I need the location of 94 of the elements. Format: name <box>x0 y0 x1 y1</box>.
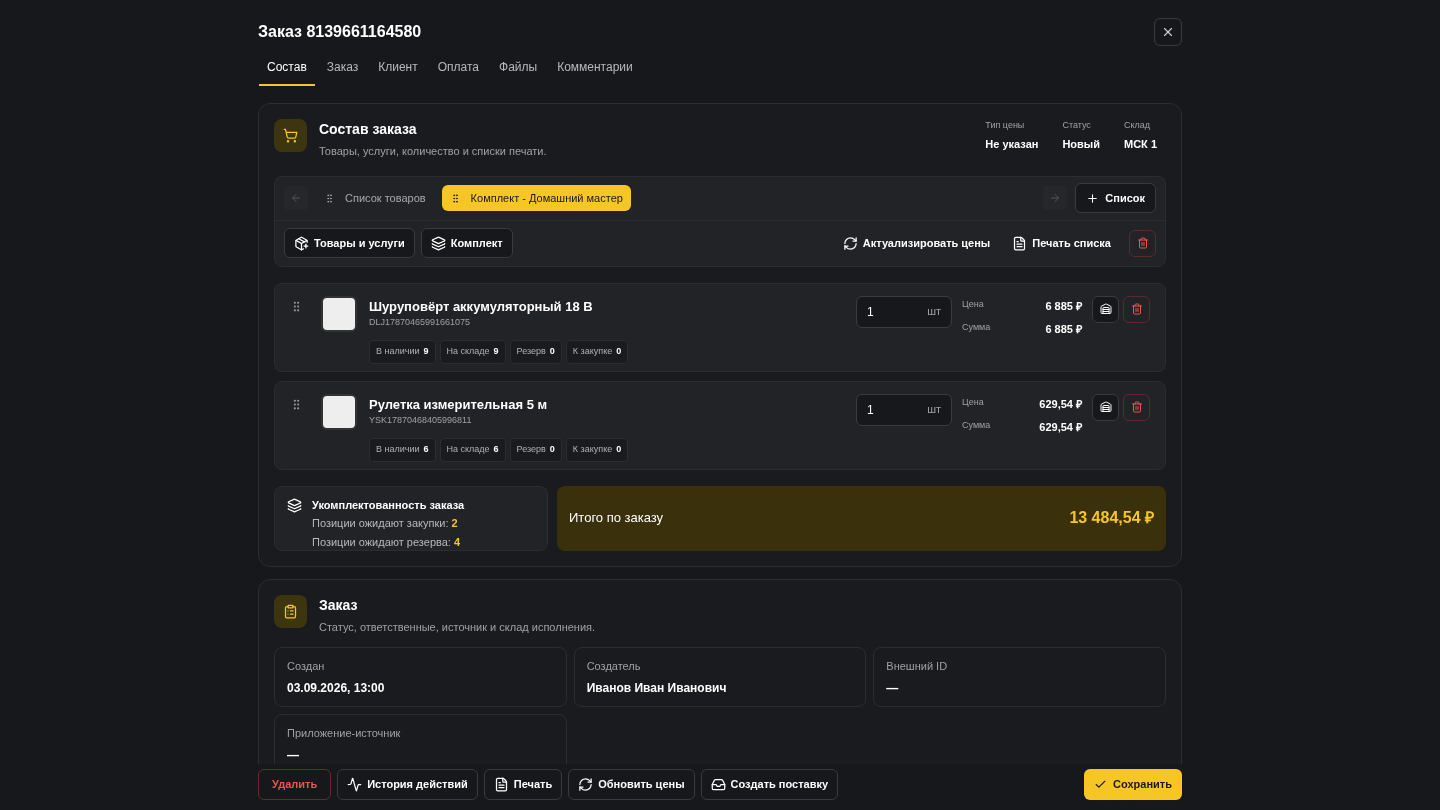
list-tab[interactable]: Список товаров <box>316 185 434 211</box>
price-label: Цена <box>962 297 984 311</box>
stock-badge: К закупке 0 <box>565 339 629 364</box>
field-label: Внешний ID <box>886 659 949 674</box>
completeness-title: Укомплектованность заказа <box>312 497 465 513</box>
unit-label: шт <box>927 402 941 418</box>
field-label: Создатель <box>586 659 642 674</box>
meta-value: МСК 1 <box>1124 136 1157 152</box>
section-subtitle: Товары, услуги, количество и списки печати. <box>319 144 547 159</box>
footer-button[interactable]: Печать <box>483 768 563 800</box>
meta-value: Новый <box>1062 136 1100 152</box>
tab[interactable]: Клиент <box>370 56 426 86</box>
plus-icon <box>1086 191 1100 205</box>
stock-badge: На складе 9 <box>439 339 506 364</box>
dialog-title: Заказ 8139661164580 <box>258 22 422 42</box>
drag-handle-icon <box>324 192 335 204</box>
tab[interactable]: Комментарии <box>549 56 641 86</box>
product-name: Шуруповёрт аккумуляторный 18 В <box>369 297 594 316</box>
meta-label: Тип цены <box>985 119 1026 132</box>
photo-placeholder <box>321 295 357 332</box>
stock-badge: Резерв 0 <box>509 339 562 364</box>
tool-button[interactable]: Комплект <box>420 228 513 258</box>
save-button[interactable]: Сохранить <box>1084 768 1182 800</box>
left-arrow-icon <box>290 192 302 204</box>
stock-badge: К закупке 0 <box>565 437 629 462</box>
delete-list-button[interactable] <box>1129 229 1156 257</box>
sum-label: Сумма <box>962 419 991 432</box>
field-label: Создан <box>287 659 326 674</box>
unit-label: шт <box>927 304 941 320</box>
right-arrow-icon <box>1049 192 1062 204</box>
tab[interactable]: Файлы <box>491 56 546 86</box>
sum-value: 629,54 ₽ <box>1039 420 1082 435</box>
field-value: Иванов Иван Иванович <box>586 679 728 697</box>
document-icon <box>493 776 509 792</box>
field-value: — <box>886 679 900 697</box>
tab[interactable]: Состав <box>259 56 315 86</box>
warehouse-button[interactable] <box>1092 393 1119 421</box>
total-value: 13 484,54 ₽ <box>1069 508 1154 528</box>
footer-button[interactable]: Обновить цены <box>568 768 695 800</box>
warehouse-icon <box>1099 401 1112 413</box>
warehouse-icon <box>1099 303 1112 315</box>
price-value: 629,54 ₽ <box>1039 396 1082 412</box>
photo-placeholder <box>321 393 357 430</box>
total-label: Итого по заказу <box>569 509 664 528</box>
completeness-line: Позиции ожидают закупки: 2 <box>312 516 459 531</box>
trash-icon <box>1130 303 1143 315</box>
section-title: Состав заказа <box>319 120 418 139</box>
footer-button[interactable]: Создать поставку <box>700 768 839 800</box>
close-button[interactable] <box>1154 18 1182 46</box>
field-value: — <box>287 746 300 764</box>
price-value: 6 885 ₽ <box>1045 298 1082 314</box>
meta-value: Не указан <box>985 136 1039 152</box>
tool-button[interactable]: Товары и услуги <box>284 228 415 258</box>
section-title: Заказ <box>319 595 359 615</box>
tab[interactable]: Заказ <box>318 56 367 86</box>
layers-icon <box>287 497 302 513</box>
add-list-button[interactable]: Список <box>1075 183 1156 213</box>
price-label: Цена <box>962 395 984 409</box>
tool-link-button[interactable]: Печать списка <box>1004 228 1119 258</box>
box-plus-icon <box>294 235 309 251</box>
field-value: 03.09.2026, 13:00 <box>287 679 386 697</box>
close-icon <box>1161 25 1175 39</box>
tool-link-button[interactable]: Актуализировать цены <box>834 228 999 258</box>
layers-icon <box>430 235 446 251</box>
inbox-icon <box>710 776 726 792</box>
meta-label: Склад <box>1124 119 1152 132</box>
refresh-icon <box>842 235 858 251</box>
stock-badge: На складе 6 <box>439 437 506 462</box>
stock-badge: В наличии 6 <box>369 437 436 462</box>
list-tab[interactable]: Комплект - Домашний мастер <box>441 185 631 211</box>
footer-button[interactable]: История действий <box>337 768 478 800</box>
trash-icon <box>1136 237 1149 249</box>
warehouse-button[interactable] <box>1092 295 1119 323</box>
section-subtitle: Статус, ответственные, источник и склад исполнения. <box>319 619 596 635</box>
product-sku: DLJ17870465991661075 <box>369 316 472 329</box>
quantity-field[interactable]: 1 шт <box>856 393 952 426</box>
field-label: Приложение-источник <box>287 726 402 741</box>
stock-badge: В наличии 9 <box>369 339 436 364</box>
clipboard-icon <box>274 594 307 628</box>
quantity-field[interactable]: 1 шт <box>856 295 952 328</box>
product-sku: YSK17870468405996811 <box>369 414 473 427</box>
sum-value: 6 885 ₽ <box>1045 322 1082 337</box>
pulse-icon <box>347 776 363 792</box>
product-name: Рулетка измерительная 5 м <box>369 395 549 414</box>
sum-label: Сумма <box>962 321 991 334</box>
document-icon <box>1012 235 1028 251</box>
stock-badge: Резерв 0 <box>509 437 562 462</box>
tab[interactable]: Оплата <box>429 56 487 86</box>
cart-icon <box>274 119 307 152</box>
delete-button[interactable]: Удалить <box>258 768 332 800</box>
trash-icon <box>1130 401 1143 413</box>
refresh-icon <box>578 776 594 792</box>
completeness-line: Позиции ожидают резерва: 4 <box>312 534 462 550</box>
meta-label: Статус <box>1062 119 1092 132</box>
